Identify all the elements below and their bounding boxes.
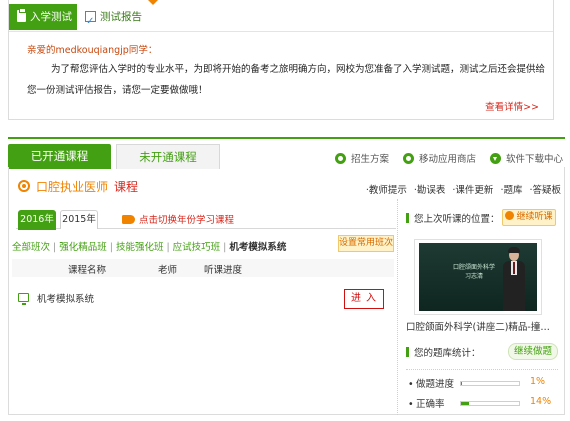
- tab-year-2015[interactable]: 2015年: [60, 210, 98, 229]
- table-row: 机考模拟系统 进入: [12, 289, 394, 313]
- filter-intensive-premium[interactable]: 强化精品班: [59, 242, 107, 253]
- pointer-marker: [147, 0, 159, 5]
- quiz-progress-value: 1%: [530, 376, 546, 387]
- entrance-test-panel: 入学测试 测试报告 亲爱的medkouqiangjp同学： 为了帮您评估入学时的…: [8, 0, 554, 120]
- accuracy-fill: [461, 402, 470, 405]
- set-default-class-button[interactable]: 设置常用班次: [338, 235, 394, 252]
- section-marker: [406, 213, 409, 223]
- accuracy-stat: • 正确率 14%: [408, 395, 558, 413]
- column-course-name: 课程名称: [68, 265, 107, 276]
- video-caption[interactable]: 口腔颌面外科学(讲座二)精品-撞…: [406, 319, 564, 333]
- continue-quiz-button[interactable]: 继续做题: [508, 343, 558, 360]
- course-table-header: 课程名称 老师 听课进度: [12, 259, 394, 277]
- download-icon: [489, 152, 501, 164]
- last-position-label: 您上次听课的位置：: [406, 211, 500, 225]
- filter-separator: |: [53, 242, 57, 253]
- course-tool-links: ·教师提示 ·勘误表 ·课件更新 ·题库 ·答疑板: [366, 182, 561, 196]
- view-details-link[interactable]: 查看详情>>: [485, 99, 539, 113]
- continue-listening-label: 继续听课: [516, 212, 553, 222]
- accuracy-bar: [460, 401, 520, 406]
- quiz-progress-label: 做题进度: [416, 379, 455, 390]
- quiz-progress-bar: [460, 381, 520, 386]
- errata-link[interactable]: ·勘误表: [414, 182, 446, 196]
- question-bank-stats-label: 您的题库统计：: [406, 345, 481, 359]
- courseware-update-link[interactable]: ·课件更新: [452, 182, 493, 196]
- divider: [406, 369, 558, 370]
- study-sidebar: 您上次听课的位置： 继续听课 口腔颌面外科学 习志清 口腔颌面外科学(讲座二)精…: [404, 199, 564, 415]
- enter-button[interactable]: 进入: [344, 289, 384, 309]
- video-screen: 口腔颌面外科学 习志清: [419, 243, 537, 311]
- bullet: •: [408, 379, 414, 390]
- teacher-tips-link[interactable]: ·教师提示: [366, 182, 407, 196]
- filter-skills-intensive[interactable]: 技能强化班: [116, 242, 164, 253]
- filter-separator: |: [166, 242, 170, 253]
- top-links: 招生方案 移动应用商店 软件下载中心: [334, 151, 563, 165]
- filter-exam-skills[interactable]: 应试技巧班: [173, 242, 221, 253]
- course-name[interactable]: 机考模拟系统: [37, 291, 94, 305]
- class-filter-row: 全部班次 | 强化精品班 | 技能强化班 | 应试技巧班 | 机考模拟系统 设置常用班次: [12, 235, 394, 255]
- video-title-overlay: 口腔颌面外科学 习志清: [453, 263, 495, 281]
- tab-opened-courses[interactable]: 已开通课程: [8, 144, 111, 169]
- continue-listening-button[interactable]: 继续听课: [502, 209, 556, 226]
- tab-test-report[interactable]: 测试报告: [85, 4, 142, 35]
- video-thumbnail[interactable]: 口腔颌面外科学 习志清: [414, 239, 542, 315]
- checkbox-icon: [85, 9, 96, 35]
- course-title: 口腔执业医师 课程: [36, 178, 138, 195]
- switch-year-hint[interactable]: 点击切换年份学习课程: [122, 212, 234, 226]
- clipboard-icon: [17, 8, 26, 22]
- accuracy-label: 正确率: [416, 399, 445, 410]
- quiz-progress-stat: • 做题进度 1%: [408, 375, 558, 393]
- filter-separator: |: [109, 242, 113, 253]
- admission-plan-label: 招生方案: [350, 154, 389, 165]
- quiz-progress-fill: [461, 382, 463, 385]
- software-download-link[interactable]: 软件下载中心: [489, 151, 563, 165]
- question-bank-link[interactable]: ·题库: [500, 182, 522, 196]
- filter-separator: |: [223, 242, 227, 253]
- app-store-link[interactable]: 移动应用商店: [402, 151, 476, 165]
- software-download-label: 软件下载中心: [505, 154, 563, 165]
- class-filter-links: 全部班次 | 强化精品班 | 技能强化班 | 应试技巧班 | 机考模拟系统: [12, 239, 286, 253]
- column-progress: 听课进度: [204, 265, 243, 276]
- accuracy-value: 14%: [530, 396, 552, 407]
- admission-plan-link[interactable]: 招生方案: [334, 151, 389, 165]
- filter-all-classes[interactable]: 全部班次: [12, 242, 50, 253]
- tab-year-2016[interactable]: 2016年: [18, 210, 56, 230]
- target-icon: [18, 180, 30, 192]
- video-subject: 口腔颌面外科学: [453, 264, 496, 271]
- app-store-label: 移动应用商店: [418, 154, 476, 165]
- switch-year-hint-label: 点击切换年份学习课程: [139, 215, 235, 226]
- question-bank-stats-text: 您的题库统计：: [414, 348, 481, 359]
- tab-test-report-label: 测试报告: [100, 11, 142, 23]
- course-title-row: 口腔执业医师 课程 ·教师提示 ·勘误表 ·课件更新 ·题库 ·答疑板: [8, 175, 565, 199]
- video-teacher: 习志清: [465, 273, 484, 280]
- presenter-figure: [503, 247, 525, 311]
- tab-entrance-test[interactable]: 入学测试: [9, 4, 77, 30]
- column-teacher: 老师: [158, 265, 178, 276]
- circle-icon: [334, 152, 346, 164]
- greeting-text: 亲爱的medkouqiangjp同学：: [27, 45, 158, 56]
- last-position-text: 您上次听课的位置：: [414, 214, 500, 225]
- tab-unopened-courses[interactable]: 未开通课程: [116, 144, 220, 169]
- course-list-area: 2016年 2015年 点击切换年份学习课程 全部班次 | 强化精品班 | 技能强化班 |…: [8, 199, 398, 415]
- course-panel: 已开通课程 未开通课程 招生方案 移动应用商店 软件下载中心 口腔执业医师 课程 …: [8, 137, 565, 415]
- filter-mock-exam-system[interactable]: 机考模拟系统: [229, 242, 286, 253]
- notice-body: 为了帮您评估入学时的专业水平，为即将开始的备考之旅明确方向，网校为您准备了入学测…: [27, 64, 546, 96]
- circle-icon: [402, 152, 414, 164]
- play-icon: [505, 211, 515, 220]
- qa-board-link[interactable]: ·答疑板: [529, 182, 561, 196]
- year-tabs: 2016年 2015年 点击切换年份学习课程: [16, 209, 396, 230]
- bullet: •: [408, 399, 414, 410]
- monitor-icon: [18, 293, 29, 305]
- course-title-main: 口腔执业医师: [36, 180, 109, 194]
- course-title-sub: 课程: [114, 180, 139, 194]
- pointing-hand-icon: [122, 215, 135, 224]
- notice-tab-bar: 入学测试 测试报告: [9, 0, 553, 35]
- tab-entrance-test-label: 入学测试: [30, 11, 72, 23]
- section-marker: [406, 347, 409, 357]
